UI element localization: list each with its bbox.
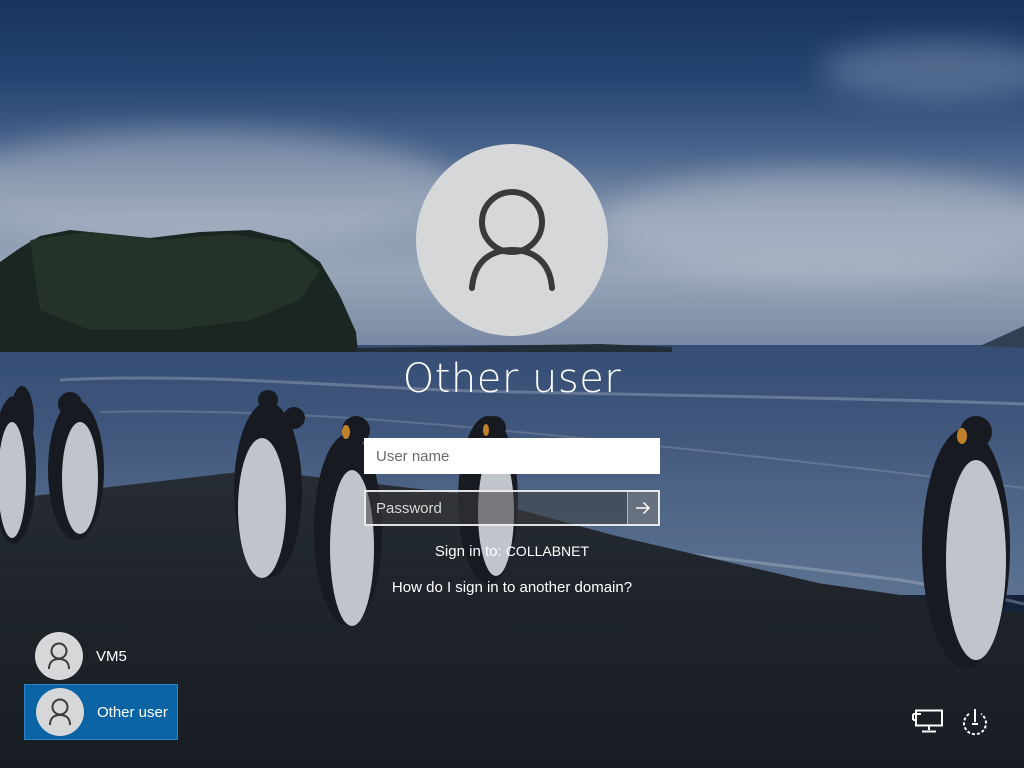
sign-in-prefix: Sign in to: <box>434 543 502 560</box>
network-icon <box>912 709 943 733</box>
other-domain-link[interactable]: How do I sign in to another domain? <box>312 579 712 596</box>
power-icon <box>963 709 987 736</box>
power-button[interactable] <box>957 704 993 740</box>
user-tile-vm5[interactable]: VM5 <box>24 628 178 684</box>
user-silhouette-icon <box>49 698 71 726</box>
account-name-title: Other user <box>402 356 622 402</box>
user-avatar <box>416 144 608 336</box>
password-input[interactable] <box>364 490 628 526</box>
user-silhouette-icon <box>469 189 555 291</box>
user-tile-label: Other user <box>97 703 168 721</box>
sign-in-domain-text: Sign in to: COLLABNET <box>312 543 712 560</box>
avatar <box>35 632 83 680</box>
domain-name: COLLABNET <box>505 543 590 559</box>
network-button[interactable] <box>910 704 946 740</box>
user-tile-other-user[interactable]: Other user <box>24 684 178 740</box>
arrow-right-icon <box>636 501 651 515</box>
avatar <box>36 688 84 736</box>
submit-button[interactable] <box>627 490 660 526</box>
user-silhouette-icon <box>48 642 70 670</box>
username-input[interactable] <box>364 438 660 474</box>
user-tile-label: VM5 <box>96 647 127 665</box>
